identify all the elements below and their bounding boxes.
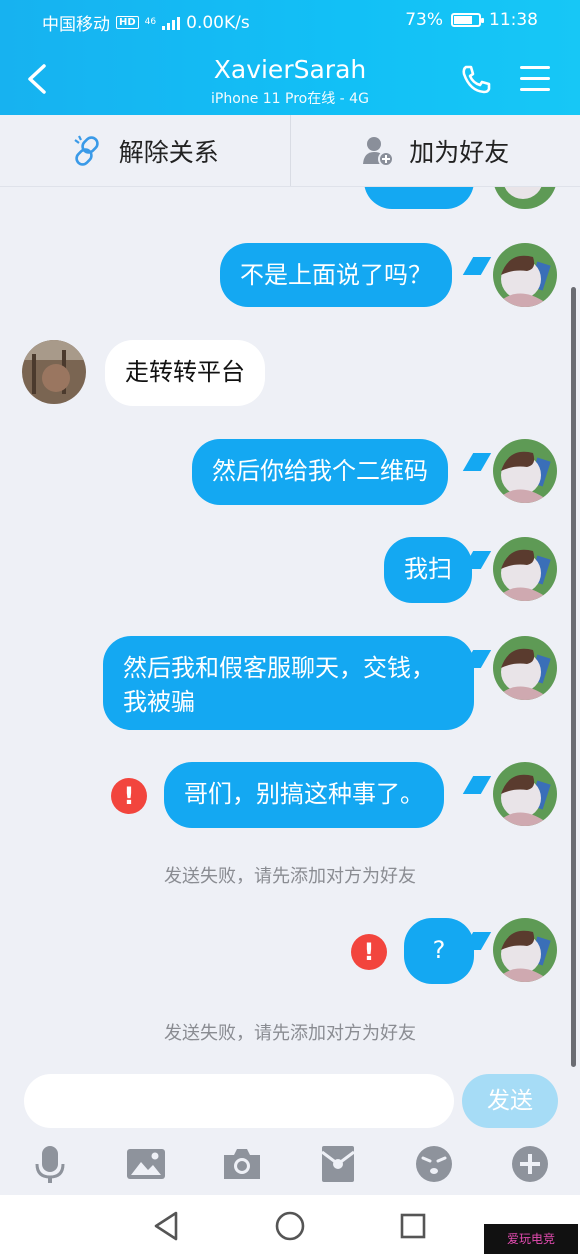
battery-icon: [451, 13, 484, 27]
my-avatar[interactable]: [493, 243, 557, 307]
chat-title: XavierSarah: [213, 55, 367, 84]
nav-back-icon[interactable]: [150, 1209, 184, 1243]
battery-percent: 73%: [405, 10, 443, 30]
message-bubble[interactable]: 哥们，别搞这种事了。: [164, 762, 444, 828]
message-text: 走转转平台: [125, 358, 245, 386]
clock: 11:38: [489, 10, 538, 30]
message-bubble[interactable]: 然后你给我个二维码: [192, 439, 448, 505]
carrier-name: 中国移动: [42, 15, 110, 35]
system-notice: 发送失败，请先添加对方为好友: [164, 1023, 416, 1044]
chat-header: 中国移动 HD 46 0.00K/s 73% 11:38 XavierSarah…: [0, 0, 580, 115]
message-bubble[interactable]: 我扫: [384, 537, 472, 603]
message-text: 我扫: [404, 555, 452, 583]
status-bar: 中国移动 HD 46 0.00K/s 73% 11:38: [0, 8, 580, 35]
red-packet-icon[interactable]: [318, 1144, 358, 1184]
input-bar: 发送: [0, 1070, 580, 1195]
add-user-icon: [363, 136, 395, 167]
microphone-icon[interactable]: [30, 1144, 70, 1184]
my-avatar[interactable]: [493, 762, 557, 826]
my-avatar[interactable]: [493, 918, 557, 982]
bubble-tail: [462, 257, 492, 275]
signal-icon: [162, 16, 181, 30]
contact-avatar[interactable]: [22, 340, 86, 404]
relation-action-bar: 解除关系 加为好友: [0, 115, 580, 187]
system-notice: 发送失败，请先添加对方为好友: [164, 866, 416, 887]
message-list[interactable]: 不是上面说了吗？ 走转转平台 然后你给我个二维码 我扫 然后我和假客服聊天，交钱…: [0, 187, 580, 1070]
plus-icon[interactable]: [510, 1144, 550, 1184]
message-bubble[interactable]: ?: [404, 918, 474, 984]
bubble-tail: [462, 776, 492, 794]
message-text: 然后你给我个二维码: [212, 457, 428, 485]
unlink-button[interactable]: 解除关系: [0, 115, 290, 186]
hd-badge: HD: [116, 16, 139, 29]
send-failed-icon[interactable]: !: [111, 778, 147, 814]
message-text: 然后我和假客服聊天，交钱，我被骗: [123, 654, 435, 716]
message-bubble[interactable]: 不是上面说了吗？: [220, 243, 452, 307]
network-speed: 0.00K/s: [186, 12, 250, 33]
camera-icon[interactable]: [222, 1144, 262, 1184]
my-avatar[interactable]: [493, 537, 557, 601]
message-text: 哥们，别搞这种事了。: [184, 780, 424, 808]
message-text: 不是上面说了吗？: [240, 261, 432, 289]
my-avatar[interactable]: [493, 636, 557, 700]
send-failed-icon[interactable]: !: [351, 934, 387, 970]
nav-recents-icon[interactable]: [396, 1209, 430, 1243]
image-icon[interactable]: [126, 1144, 166, 1184]
broken-link-icon: [74, 135, 99, 166]
send-button[interactable]: 发送: [462, 1074, 558, 1128]
bubble-tail: [462, 453, 492, 471]
network-type: 46: [144, 17, 157, 27]
online-status: iPhone 11 Pro在线 - 4G: [211, 91, 369, 107]
nav-home-icon[interactable]: [273, 1209, 307, 1243]
message-bubble[interactable]: 然后我和假客服聊天，交钱，我被骗: [103, 636, 474, 730]
toolbar: [0, 1144, 580, 1184]
message-bubble-partial[interactable]: [364, 187, 474, 209]
message-text: ?: [432, 936, 446, 964]
my-avatar[interactable]: [493, 439, 557, 503]
my-avatar[interactable]: [493, 187, 557, 209]
add-friend-label: 加为好友: [409, 137, 510, 167]
menu-icon[interactable]: [520, 66, 550, 92]
message-bubble[interactable]: 走转转平台: [105, 340, 265, 406]
scrollbar[interactable]: [571, 287, 576, 1067]
add-friend-button[interactable]: 加为好友: [289, 115, 580, 186]
unlink-label: 解除关系: [118, 137, 219, 167]
message-input[interactable]: [24, 1074, 454, 1128]
watermark-logo: 爱玩电竞: [484, 1224, 578, 1254]
emoji-icon[interactable]: [414, 1144, 454, 1184]
phone-icon[interactable]: [460, 64, 492, 94]
